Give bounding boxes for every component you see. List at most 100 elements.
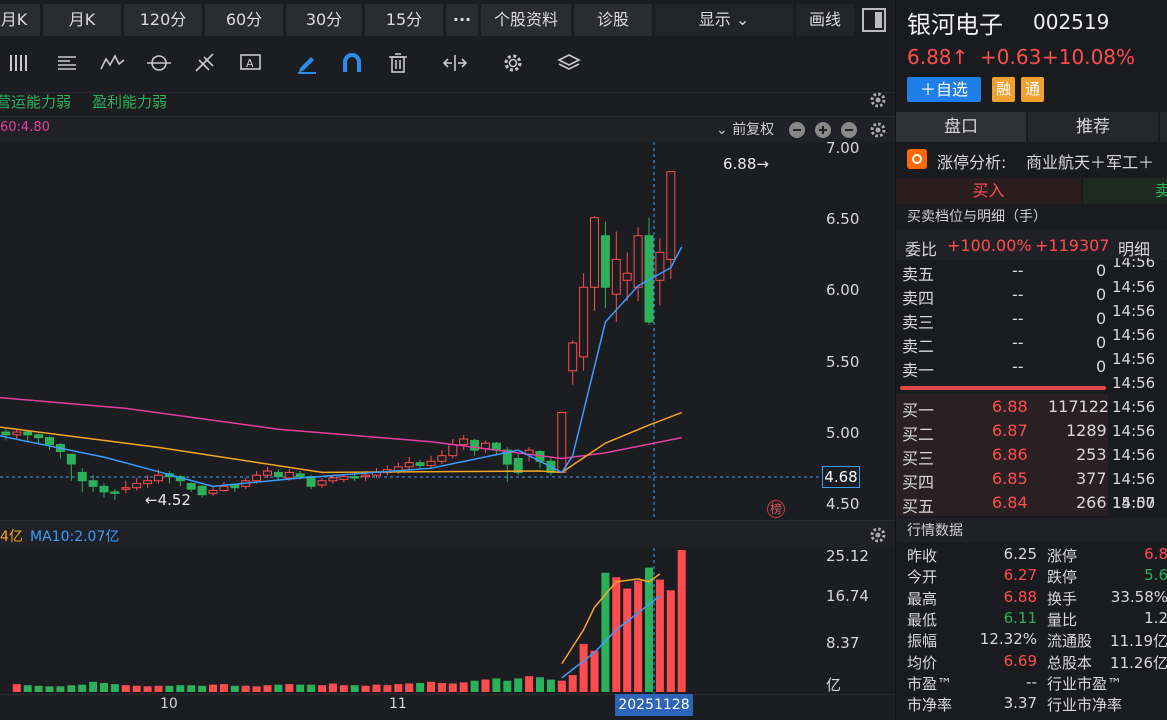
price-chart[interactable] (0, 142, 895, 520)
add-watchlist-button[interactable]: ＋自选 (907, 77, 981, 102)
volume-bar-down (165, 685, 174, 692)
candle-up (557, 412, 567, 473)
x-tick-10: 10 (160, 696, 178, 712)
candle-up (208, 490, 218, 494)
stock-code: 002519 (1033, 10, 1110, 34)
tab-60min[interactable]: 60分 (205, 4, 283, 36)
tab-30min[interactable]: 30分 (286, 4, 362, 36)
magnet-icon[interactable] (339, 50, 365, 76)
draw-line-button[interactable]: 画线 (796, 4, 854, 36)
ask-price-3: -- (1012, 309, 1024, 328)
tab-15min[interactable]: 15分 (365, 4, 443, 36)
book-divider (900, 386, 1106, 390)
candle-up (459, 438, 469, 446)
volume-bar-up (427, 681, 435, 692)
volume-bar-down (56, 686, 65, 692)
ratio-label: 委比 (905, 240, 938, 259)
zoom-in-icon[interactable] (815, 122, 831, 138)
adjust-dropdown[interactable]: ⌄ 前复权 (716, 119, 774, 139)
volume-ma5-label: 4亿 (0, 529, 23, 545)
volume-bar-down (45, 686, 54, 692)
bid-price-2: 6.87 (992, 421, 1028, 440)
layers-icon[interactable] (556, 50, 582, 76)
ask-price-2: -- (1012, 333, 1024, 352)
ma10-line (0, 411, 682, 474)
candle-up (317, 480, 327, 486)
trash-icon[interactable] (385, 50, 411, 76)
volume-bar-down (536, 677, 544, 692)
collapse-icon[interactable] (841, 122, 857, 138)
volume-bar-up (481, 679, 490, 692)
volume-bar-up (285, 684, 294, 692)
ask-level-5: 卖五 (902, 265, 935, 284)
candle-down (415, 462, 425, 466)
limit-analysis-label: 涨停分析: (937, 153, 1007, 172)
bid-level-5: 买五 (902, 497, 935, 516)
bid-price-5: 6.84 (992, 493, 1028, 512)
gear-icon[interactable] (869, 526, 887, 544)
pitchfork-icon[interactable] (192, 50, 218, 76)
tab-recommend[interactable]: 推荐 (1028, 112, 1158, 142)
gear-icon[interactable] (869, 91, 887, 109)
indicator-operating[interactable]: 营运能力弱 (0, 91, 71, 112)
more-tabs-button[interactable]: ··· (446, 4, 478, 36)
zoom-out-icon[interactable] (789, 122, 805, 138)
tab-month-k[interactable]: 月K (43, 4, 121, 36)
tab-month-k-prev[interactable]: 月K (0, 4, 40, 36)
display-dropdown[interactable]: 显示 ⌄ (655, 4, 793, 36)
candle-down (513, 457, 523, 473)
y-tick-5.00: 5.00 (826, 424, 860, 442)
volume-bar-up (154, 685, 163, 692)
y-tick-7.00: 7.00 (826, 139, 860, 157)
y-tick-5.50: 5.50 (826, 353, 860, 371)
volume-bar-down (274, 684, 283, 692)
candle-up (622, 272, 632, 281)
text-annotation-icon[interactable]: A (238, 50, 264, 76)
candle-down (295, 473, 305, 478)
tab-stock-info[interactable]: 个股资料 (481, 4, 571, 36)
fib-lines-icon[interactable] (54, 50, 80, 76)
volume-bar-up (459, 682, 468, 692)
volume-chart[interactable] (0, 548, 895, 694)
tick-detail-list[interactable]: 14:56 14:56 14:56 14:56 14:56 14:56 14:5… (1108, 258, 1167, 518)
settings-icon[interactable] (500, 50, 526, 76)
volume-bar-up (121, 685, 130, 692)
candle-down (230, 484, 240, 489)
buy-button[interactable]: 买入 (896, 178, 1081, 204)
tab-pankou[interactable]: 盘口 (896, 112, 1026, 142)
cycle-icon[interactable] (146, 50, 172, 76)
volume-bar-down (350, 685, 359, 692)
wave-line-icon[interactable] (100, 50, 126, 76)
pen-icon[interactable] (294, 50, 320, 76)
candle-down (600, 235, 610, 288)
gear-icon[interactable] (869, 121, 887, 139)
limit-analysis-text[interactable]: 商业航天＋军工＋ (1026, 149, 1154, 173)
indicator-profitability[interactable]: 盈利能力弱 (92, 91, 167, 112)
candle-down (350, 476, 360, 479)
tab-120min[interactable]: 120分 (124, 4, 202, 36)
ask-price-1: -- (1012, 357, 1024, 376)
volume-bar-down (492, 678, 501, 692)
bid-level-4: 买四 (902, 473, 935, 492)
sell-button[interactable]: 卖 (1083, 178, 1167, 204)
volume-bar-up (339, 685, 348, 692)
volume-bar-up (132, 685, 141, 692)
detail-label[interactable]: 明细 (1118, 236, 1150, 260)
candle-down (186, 483, 196, 490)
tab-diagnosis[interactable]: 诊股 (574, 4, 652, 36)
candle-up (328, 477, 338, 482)
candle-down (45, 437, 54, 446)
ask-vol-1: 0 (1096, 357, 1107, 376)
volume-bar-down (416, 682, 425, 692)
chevron-down-icon: ⌄ (735, 10, 750, 29)
bid-vol-3: 253 (1076, 445, 1107, 464)
volume-bar-up (677, 550, 686, 692)
resize-horizontal-icon[interactable] (442, 50, 468, 76)
margin-badge[interactable]: 融 (992, 77, 1015, 102)
vertical-lines-icon[interactable] (6, 50, 32, 76)
ranking-badge[interactable]: 榜 (767, 500, 785, 518)
panel-toggle-icon[interactable] (862, 8, 886, 32)
connect-badge[interactable]: 通 (1021, 77, 1044, 102)
ask-level-4: 卖四 (902, 289, 935, 308)
candle-down (99, 485, 109, 493)
